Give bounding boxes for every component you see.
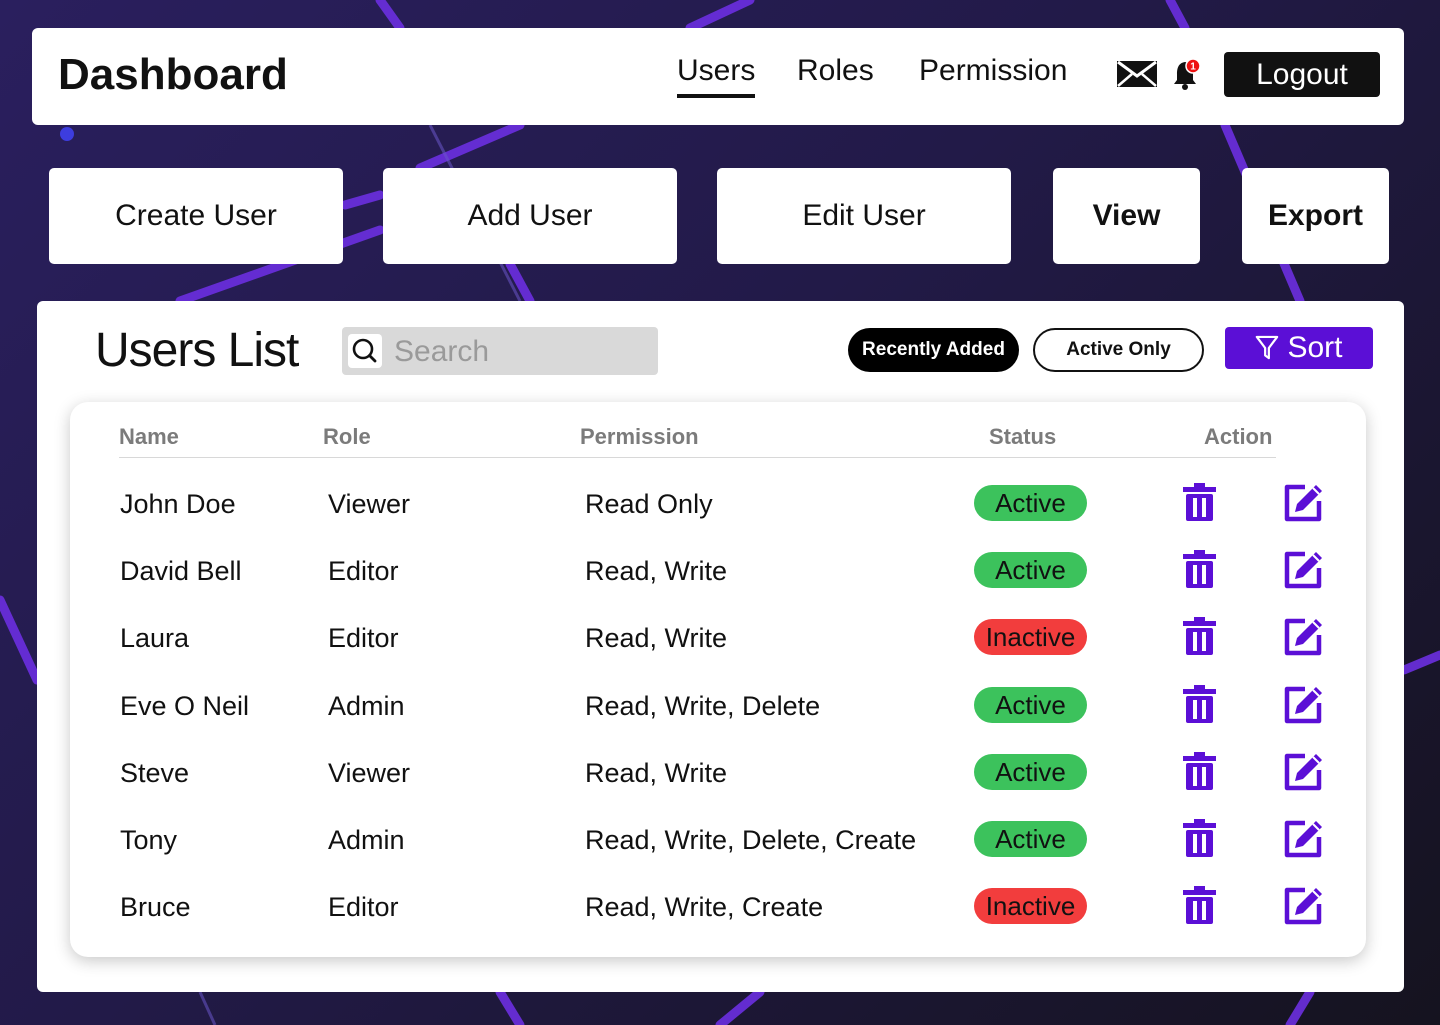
search-icon-container (348, 334, 382, 368)
view-button[interactable]: View (1053, 168, 1200, 264)
table-row: Steve Viewer Read, Write Active (70, 744, 1366, 811)
user-name: Bruce (120, 892, 191, 922)
status-badge: Active (974, 687, 1087, 723)
edit-icon[interactable] (1283, 550, 1324, 590)
delete-icon[interactable] (1183, 819, 1216, 857)
user-name: Laura (120, 623, 190, 653)
delete-icon[interactable] (1183, 483, 1216, 521)
notification-count: 1 (1190, 62, 1196, 73)
user-role: Admin (328, 691, 405, 721)
bell-icon[interactable]: 1 (1172, 58, 1202, 90)
user-permission: Read, Write, Delete (585, 691, 821, 721)
column-header-status[interactable]: Status (989, 424, 1056, 450)
delete-icon[interactable] (1183, 886, 1216, 924)
nav-item-roles[interactable]: Roles (797, 54, 874, 88)
nav-item-users[interactable]: Users (677, 54, 756, 98)
users-list-panel: Users List Recently Added Active Only So… (37, 301, 1404, 992)
user-role: Admin (328, 825, 405, 855)
column-header-name[interactable]: Name (119, 424, 179, 450)
status-badge: Inactive (974, 619, 1087, 655)
user-name: John Doe (120, 489, 236, 519)
delete-icon[interactable] (1183, 550, 1216, 588)
user-permission: Read, Write (585, 758, 728, 788)
edit-icon[interactable] (1283, 483, 1324, 523)
sort-label: Sort (1287, 331, 1343, 364)
user-name: Steve (120, 758, 190, 788)
create-user-button[interactable]: Create User (49, 168, 343, 264)
delete-icon[interactable] (1183, 752, 1216, 790)
user-role: Viewer (328, 489, 411, 519)
column-header-permission[interactable]: Permission (580, 424, 699, 450)
edit-icon[interactable] (1283, 752, 1324, 792)
table-row: Bruce Editor Read, Write, Create Inactive (70, 878, 1366, 945)
table-row: Laura Editor Read, Write Inactive (70, 609, 1366, 676)
user-role: Editor (328, 556, 399, 586)
search-input[interactable] (392, 331, 646, 373)
logout-button[interactable]: Logout (1224, 52, 1380, 97)
table-row: Eve O Neil Admin Read, Write, Delete Active (70, 677, 1366, 744)
edit-icon[interactable] (1283, 617, 1324, 657)
table-row: John Doe Viewer Read Only Active (70, 475, 1366, 542)
sort-button[interactable]: Sort (1225, 327, 1373, 369)
user-name: Tony (120, 825, 178, 855)
edit-icon[interactable] (1283, 819, 1324, 859)
user-permission: Read, Write, Create (585, 892, 824, 922)
user-role: Editor (328, 623, 399, 653)
header-divider (119, 457, 1276, 458)
status-badge: Active (974, 552, 1087, 588)
user-role: Viewer (328, 758, 411, 788)
status-badge: Active (974, 821, 1087, 857)
nav-item-permission[interactable]: Permission (919, 54, 1067, 88)
column-header-role[interactable]: Role (323, 424, 371, 450)
edit-user-button[interactable]: Edit User (717, 168, 1011, 264)
user-name: Eve O Neil (120, 691, 250, 721)
edit-icon[interactable] (1283, 685, 1324, 725)
delete-icon[interactable] (1183, 617, 1216, 655)
user-permission: Read, Write (585, 556, 728, 586)
active-only-filter[interactable]: Active Only (1033, 328, 1204, 372)
table-row: David Bell Editor Read, Write Active (70, 542, 1366, 609)
edit-icon[interactable] (1283, 886, 1324, 926)
page-title: Dashboard (58, 50, 288, 99)
status-badge: Active (974, 754, 1087, 790)
recently-added-filter[interactable]: Recently Added (848, 328, 1019, 372)
table-row: Tony Admin Read, Write, Delete, Create Acti… (70, 811, 1366, 878)
mail-icon[interactable] (1116, 59, 1158, 89)
column-header-action: Action (1204, 424, 1273, 449)
user-permission: Read, Write (585, 623, 728, 653)
top-header: Dashboard Users Roles Permission 1 Logou… (32, 28, 1404, 125)
delete-icon[interactable] (1183, 685, 1216, 723)
search-icon (352, 338, 377, 363)
add-user-button[interactable]: Add User (383, 168, 677, 264)
user-role: Editor (328, 892, 399, 922)
user-permission: Read Only (585, 489, 713, 519)
search-box (342, 327, 658, 375)
user-name: David Bell (120, 556, 242, 586)
filter-icon (1256, 335, 1279, 360)
status-badge: Inactive (974, 888, 1087, 924)
users-table: Name Role Permission Status Action John … (70, 402, 1366, 957)
status-badge: Active (974, 485, 1087, 521)
export-button[interactable]: Export (1242, 168, 1389, 264)
user-permission: Read, Write, Delete, Create (585, 825, 917, 855)
users-list-title: Users List (95, 324, 299, 377)
